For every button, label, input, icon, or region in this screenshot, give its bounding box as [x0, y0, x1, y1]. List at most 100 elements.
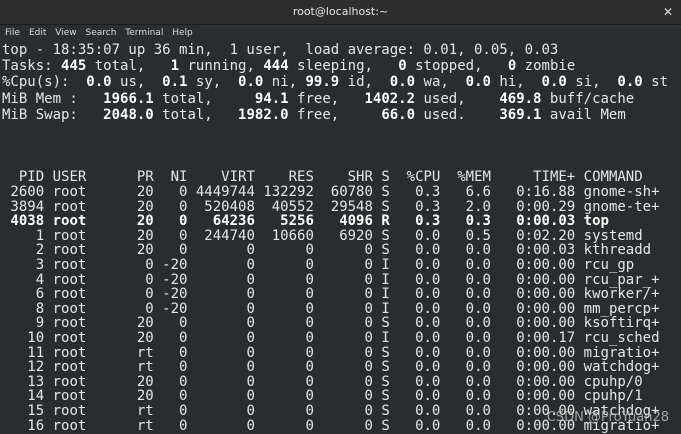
cell-pr: 20 — [120, 227, 154, 244]
menu-help[interactable]: Help — [172, 28, 193, 38]
process-row: 11 root rt 0 0 0 0 S 0.0 0.0 0:00.00 mig… — [2, 344, 681, 361]
cell-pr: 20 — [120, 213, 154, 230]
cell-command: gnome-te+ — [575, 198, 660, 215]
cell-virt: 0 — [187, 373, 255, 390]
cell-pr: 0 — [120, 286, 154, 303]
process-row: 3894 root 20 0 520408 40552 29548 S 0.3 … — [2, 198, 681, 215]
cell-ni: 0 — [153, 344, 188, 361]
cell-pid: 1 — [2, 227, 45, 244]
summary-value: 0 — [507, 58, 517, 75]
terminal-output[interactable]: top - 18:35:07 up 36 min, 1 user, load a… — [2, 42, 681, 433]
cell-command: watchdog+ — [575, 359, 660, 376]
cell-res: 5256 — [254, 213, 314, 230]
cell-cpu: 0.0 — [389, 344, 441, 361]
cell-pid: 2 — [2, 242, 45, 259]
column-header-shr: SHR — [313, 169, 373, 185]
cell-user: root — [44, 373, 121, 390]
summary-value: 444 — [263, 58, 289, 75]
cell-shr: 0 — [313, 242, 373, 259]
cell-pr: 0 — [120, 300, 154, 317]
cell-res: 0 — [254, 315, 314, 332]
cell-time: 0:00.00 — [490, 315, 576, 332]
cell-pid: 3 — [2, 256, 45, 273]
process-row: 9 root 20 0 0 0 0 S 0.0 0.0 0:00.00 ksof… — [2, 316, 681, 331]
summary-text: sleeping, — [288, 58, 399, 75]
summary-text: buff/cache — [541, 90, 635, 107]
summary-text: zombie — [516, 58, 576, 75]
cell-mem: 0.0 — [440, 271, 491, 288]
cell-command: mm_percp+ — [575, 300, 660, 317]
summary-text: total, — [153, 90, 255, 107]
cell-pid: 8 — [2, 300, 45, 317]
cell-res: 132292 — [254, 184, 314, 200]
cell-cpu: 0.0 — [389, 300, 441, 317]
cell-cpu: 0.0 — [389, 329, 441, 346]
cell-user: root — [44, 300, 121, 317]
summary-value: 2048.0 — [103, 106, 154, 123]
cell-pr: 20 — [120, 315, 154, 332]
summary-value: 0 — [398, 58, 407, 75]
summary-text: avail Mem — [541, 106, 626, 123]
cell-pid: 13 — [2, 373, 45, 390]
cell-time: 0:00.00 — [490, 271, 576, 288]
cell-ni: 0 — [153, 227, 188, 244]
cell-mem: 0.0 — [440, 417, 491, 434]
cell-user: root — [44, 359, 121, 376]
cell-virt: 64236 — [187, 213, 255, 230]
cell-state: S — [372, 184, 390, 200]
cell-time: 0:00.00 — [490, 388, 576, 405]
cell-pid: 12 — [2, 359, 45, 376]
summary-value: 469.8 — [499, 90, 542, 107]
cell-mem: 0.0 — [440, 359, 491, 376]
cell-shr: 0 — [313, 256, 373, 273]
cell-cpu: 0.0 — [389, 388, 441, 405]
close-icon[interactable]: ✕ — [663, 0, 673, 24]
summary-text: sy, — [187, 74, 239, 91]
cell-command: cpuhp/1 — [575, 388, 643, 405]
cell-state: S — [372, 198, 390, 215]
menu-terminal[interactable]: Terminal — [125, 28, 163, 38]
cell-time: 0:00.00 — [490, 300, 576, 317]
cell-shr: 29548 — [313, 198, 373, 215]
cell-virt: 0 — [187, 329, 255, 346]
cell-res: 0 — [254, 359, 314, 376]
cell-user: root — [44, 227, 121, 244]
process-row: 10 root 20 0 0 0 0 I 0.0 0.0 0:00.17 rcu… — [2, 331, 681, 346]
summary-text: MiB Mem : — [2, 90, 104, 107]
cell-virt: 520408 — [187, 198, 255, 215]
menu-search[interactable]: Search — [85, 28, 116, 38]
cell-state: I — [372, 271, 390, 288]
cell-pr: rt — [120, 359, 154, 376]
cell-time: 0:02.20 — [490, 227, 576, 244]
summary-value: 1966.1 — [103, 90, 154, 107]
cell-virt: 0 — [187, 271, 255, 288]
cell-virt: 0 — [187, 344, 255, 361]
cell-command: kworker/+ — [575, 286, 660, 303]
cell-state: S — [372, 388, 390, 405]
summary-value: 66.0 — [381, 106, 416, 123]
cell-pid: 4038 — [2, 213, 45, 230]
summary-text: used, — [415, 90, 500, 107]
cell-time: 0:00.00 — [490, 359, 576, 376]
menu-edit[interactable]: Edit — [29, 28, 46, 38]
process-table: 2600 root 20 0 4449744 132292 60780 S 0.… — [2, 185, 681, 433]
cell-shr: 4096 — [313, 213, 373, 230]
summary-value: 0.0 — [238, 74, 264, 91]
cell-pid: 3894 — [2, 198, 45, 215]
cell-pr: 20 — [120, 242, 154, 259]
cell-command: top — [575, 213, 609, 230]
cell-shr: 0 — [313, 286, 373, 303]
cell-pr: rt — [120, 344, 154, 361]
cell-res: 0 — [254, 256, 314, 273]
summary-text: total, — [86, 58, 171, 75]
cell-shr: 6920 — [313, 227, 373, 244]
menu-file[interactable]: File — [5, 28, 20, 38]
cell-user: root — [44, 286, 121, 303]
summary-text: id, — [339, 74, 390, 91]
cell-ni: 0 — [153, 198, 188, 215]
cell-user: root — [44, 315, 121, 332]
summary-value: 0.0 — [389, 74, 416, 91]
column-header-command: COMMAND — [575, 169, 643, 185]
menu-view[interactable]: View — [55, 28, 76, 38]
summary-text: st — [642, 74, 669, 91]
